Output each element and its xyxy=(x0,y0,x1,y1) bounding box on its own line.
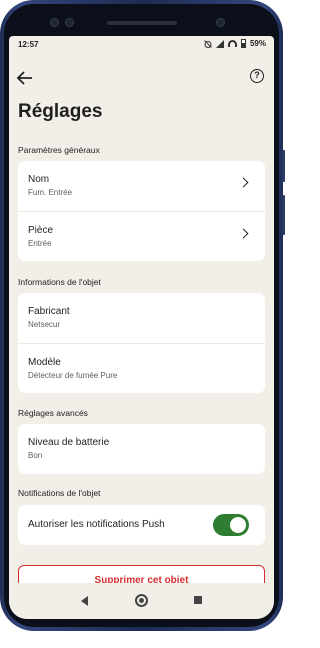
info-row-model: Modèle Détecteur de fumée Pure xyxy=(18,343,265,393)
front-sensor-icon xyxy=(216,18,225,27)
setting-label: Nom xyxy=(28,174,50,185)
power-button xyxy=(282,195,285,235)
help-circle-icon[interactable]: ? xyxy=(250,69,264,83)
top-bar: ? xyxy=(9,66,274,90)
push-notifications-toggle[interactable] xyxy=(213,514,249,536)
status-time: 12:57 xyxy=(18,40,39,49)
info-label: Niveau de batterie xyxy=(28,437,110,448)
section-title-advanced: Réglages avancés xyxy=(18,408,88,418)
setting-value: Fum. Entrée xyxy=(28,188,73,197)
battery-level: 59% xyxy=(249,39,266,48)
front-sensor-icon xyxy=(65,18,74,27)
section-title-general: Paramètres généraux xyxy=(18,145,100,155)
battery-icon xyxy=(240,39,246,48)
toggle-knob xyxy=(230,517,246,533)
chevron-right-icon xyxy=(238,228,249,239)
info-value: Bon xyxy=(28,451,43,460)
page-title: Réglages xyxy=(18,101,103,122)
arrow-left-icon[interactable] xyxy=(16,70,34,86)
info-value: Détecteur de fumée Pure xyxy=(28,371,118,380)
signal-icon xyxy=(215,39,224,48)
nav-back-icon[interactable] xyxy=(81,596,88,606)
android-nav-bar xyxy=(9,583,274,619)
push-notifications-row: Autoriser les notifications Push xyxy=(18,505,265,545)
info-value: Netsecur xyxy=(28,320,61,329)
notifications-card: Autoriser les notifications Push xyxy=(18,505,265,545)
wifi-icon xyxy=(227,40,237,47)
info-row-manufacturer: Fabricant Netsecur xyxy=(18,293,265,343)
status-bar: 12:57 59% xyxy=(9,36,274,54)
setting-value: Entrée xyxy=(28,239,52,248)
info-label: Modèle xyxy=(28,357,61,368)
general-settings-card: Nom Fum. Entrée Pièce Entrée xyxy=(18,161,265,261)
app-screen: 12:57 59% ? Réglages Paramètres généraux xyxy=(9,36,274,619)
section-title-notifications: Notifications de l'objet xyxy=(18,488,101,498)
info-label: Fabricant xyxy=(28,306,70,317)
earpiece-speaker xyxy=(106,21,177,25)
front-camera-icon xyxy=(50,18,59,27)
setting-row-name[interactable]: Nom Fum. Entrée xyxy=(18,161,265,211)
setting-label: Pièce xyxy=(28,225,54,236)
push-notifications-label: Autoriser les notifications Push xyxy=(28,519,165,530)
volume-button xyxy=(282,150,285,182)
nav-recents-icon[interactable] xyxy=(194,596,202,604)
object-info-card: Fabricant Netsecur Modèle Détecteur de f… xyxy=(18,293,265,393)
setting-row-room[interactable]: Pièce Entrée xyxy=(18,211,265,261)
section-title-object-info: Informations de l'objet xyxy=(18,277,101,287)
status-icons: 59% xyxy=(204,39,266,48)
nav-home-icon[interactable] xyxy=(135,594,148,607)
info-row-battery: Niveau de batterie Bon xyxy=(18,424,265,474)
advanced-settings-card: Niveau de batterie Bon xyxy=(18,424,265,474)
chevron-right-icon xyxy=(238,177,249,188)
phone-frame: 12:57 59% ? Réglages Paramètres généraux xyxy=(0,0,285,631)
alarm-off-icon xyxy=(204,39,212,48)
